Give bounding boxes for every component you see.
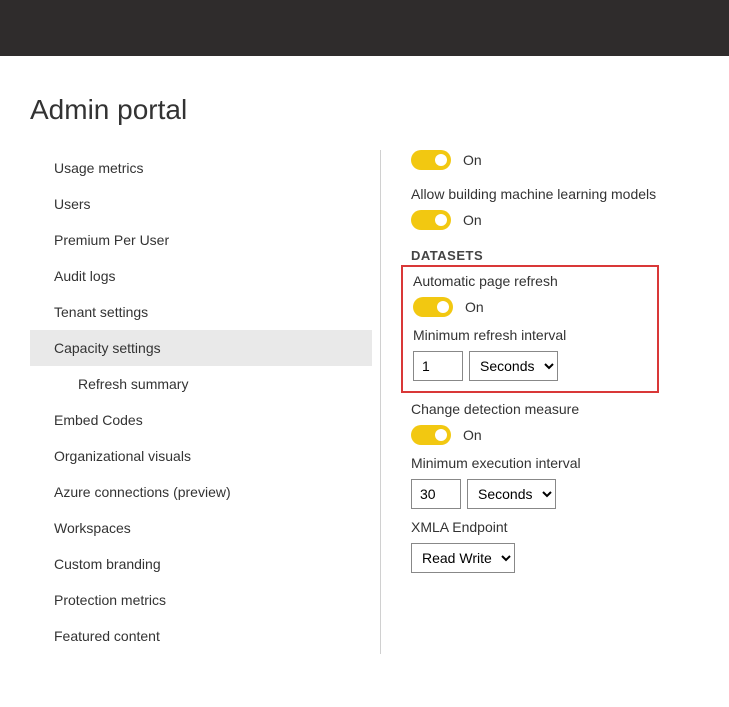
sidebar-item-users[interactable]: Users (30, 186, 372, 222)
sidebar-item-premium-per-user[interactable]: Premium Per User (30, 222, 372, 258)
auto-refresh-label: Automatic page refresh (413, 273, 647, 289)
sidebar-item-label: Usage metrics (54, 160, 143, 176)
min-refresh-interval-label: Minimum refresh interval (413, 327, 647, 343)
ml-models-label: Allow building machine learning models (411, 186, 729, 202)
toggle-ml-models[interactable] (411, 210, 451, 230)
sidebar-item-audit-logs[interactable]: Audit logs (30, 258, 372, 294)
sidebar-item-featured-content[interactable]: Featured content (30, 618, 372, 654)
sidebar-item-label: Premium Per User (54, 232, 169, 248)
sidebar: Usage metrics Users Premium Per User Aud… (30, 150, 372, 654)
sidebar-item-protection-metrics[interactable]: Protection metrics (30, 582, 372, 618)
sidebar-item-label: Featured content (54, 628, 160, 644)
sidebar-subitem-label: Refresh summary (78, 376, 188, 392)
sidebar-item-label: Capacity settings (54, 340, 161, 356)
sidebar-item-label: Embed Codes (54, 412, 143, 428)
toggle-state-label: On (465, 299, 484, 315)
execution-interval-unit-select[interactable]: Seconds (467, 479, 556, 509)
toggle-change-detection[interactable] (411, 425, 451, 445)
datasets-heading: DATASETS (411, 248, 729, 263)
sidebar-item-label: Workspaces (54, 520, 131, 536)
sidebar-item-label: Tenant settings (54, 304, 148, 320)
refresh-interval-unit-select[interactable]: Seconds (469, 351, 558, 381)
sidebar-item-workspaces[interactable]: Workspaces (30, 510, 372, 546)
toggle-state-label: On (463, 427, 482, 443)
change-detection-label: Change detection measure (411, 401, 729, 417)
refresh-interval-input[interactable] (413, 351, 463, 381)
page-title: Admin portal (0, 56, 729, 150)
execution-interval-input[interactable] (411, 479, 461, 509)
sidebar-item-label: Protection metrics (54, 592, 166, 608)
sidebar-subitem-refresh-summary[interactable]: Refresh summary (30, 366, 372, 402)
toggle-state-label: On (463, 152, 482, 168)
min-execution-interval-label: Minimum execution interval (411, 455, 729, 471)
toggle-first[interactable] (411, 150, 451, 170)
sidebar-item-custom-branding[interactable]: Custom branding (30, 546, 372, 582)
sidebar-item-tenant-settings[interactable]: Tenant settings (30, 294, 372, 330)
xmla-endpoint-select[interactable]: Read Write (411, 543, 515, 573)
sidebar-item-embed-codes[interactable]: Embed Codes (30, 402, 372, 438)
sidebar-item-label: Audit logs (54, 268, 115, 284)
top-bar (0, 0, 729, 56)
sidebar-item-usage-metrics[interactable]: Usage metrics (30, 150, 372, 186)
sidebar-item-capacity-settings[interactable]: Capacity settings (30, 330, 372, 366)
main-content: On Allow building machine learning model… (381, 150, 729, 654)
sidebar-item-organizational-visuals[interactable]: Organizational visuals (30, 438, 372, 474)
highlight-box: Automatic page refresh On Minimum refres… (401, 265, 659, 393)
toggle-auto-refresh[interactable] (413, 297, 453, 317)
sidebar-item-label: Azure connections (preview) (54, 484, 231, 500)
sidebar-item-label: Organizational visuals (54, 448, 191, 464)
sidebar-item-azure-connections[interactable]: Azure connections (preview) (30, 474, 372, 510)
toggle-state-label: On (463, 212, 482, 228)
sidebar-item-label: Custom branding (54, 556, 161, 572)
xmla-endpoint-label: XMLA Endpoint (411, 519, 729, 535)
sidebar-item-label: Users (54, 196, 91, 212)
